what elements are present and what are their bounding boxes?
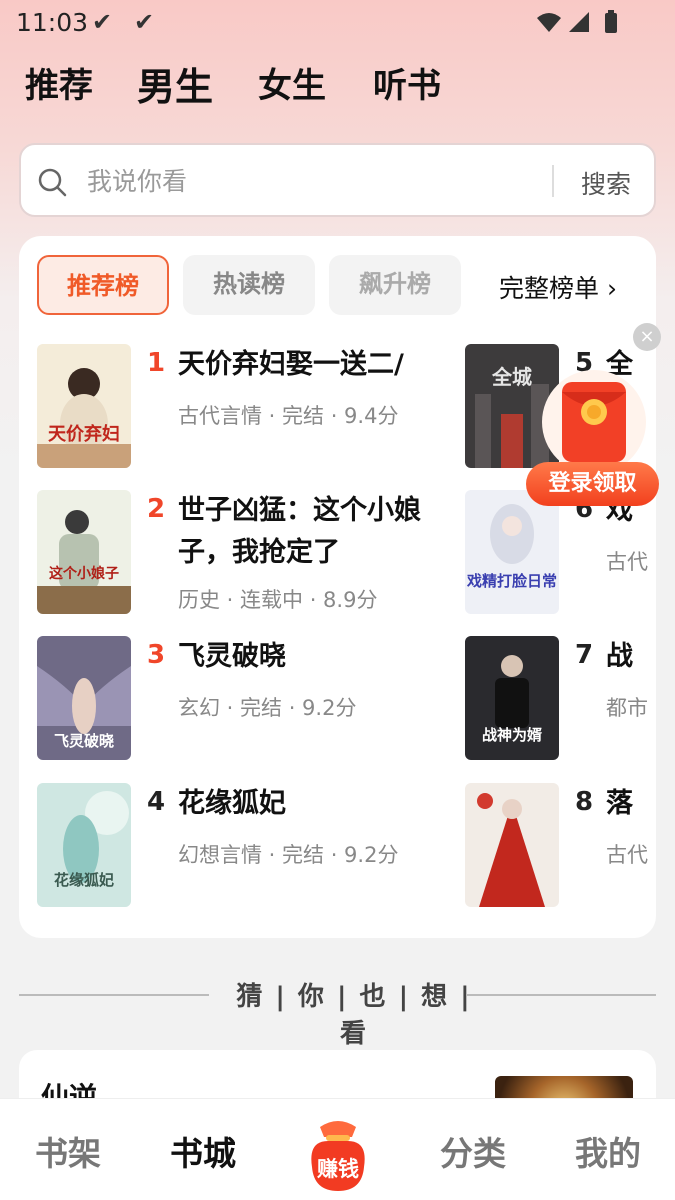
tab-hot-read-rank[interactable]: 热读榜 [183, 255, 315, 315]
book-meta: 历史 · 连载中 · 8.9分 [178, 588, 378, 612]
rank-number: 1 [147, 348, 166, 378]
book-meta: 古代言情 · 完结 · 9.4分 [178, 404, 399, 428]
nav-bookstore[interactable]: 书城 [170, 1127, 236, 1175]
status-icons [535, 10, 625, 40]
book-item[interactable]: 天价弃妇 1 天价弃妇娶一送二/ 古代言情 · 完结 · 9.4分 [37, 344, 437, 469]
search-button[interactable]: 搜索 [581, 165, 631, 201]
search-divider [552, 165, 554, 197]
cover-title: 天价弃妇 [48, 423, 120, 445]
nav-mine[interactable]: 我的 [575, 1127, 641, 1175]
search-input[interactable] [87, 159, 547, 203]
book-cover[interactable]: 战神为婿 [465, 636, 559, 760]
book-cover[interactable]: 花缘狐妃 [37, 783, 131, 907]
book-title: 战 [606, 641, 633, 672]
rank-number: 7 [575, 640, 594, 670]
download-done-icon: ✔ [92, 8, 113, 36]
cover-title: 花缘狐妃 [54, 871, 114, 889]
book-item[interactable]: 飞灵破晓 3 飞灵破晓 玄幻 · 完结 · 9.2分 [37, 636, 437, 761]
tab-rising-rank[interactable]: 飙升榜 [329, 255, 461, 315]
nav-earn-label[interactable]: 赚钱 [310, 1153, 366, 1183]
wifi-signal-battery-icon [537, 10, 617, 33]
cover-title: 这个小娘子 [49, 565, 119, 582]
rank-number: 2 [147, 494, 166, 524]
tab-male[interactable]: 男生 [137, 56, 213, 111]
guess-you-like-header: 猜 | 你 | 也 | 想 | 看 [19, 972, 656, 1049]
book-title: 花缘狐妃 [178, 788, 286, 819]
rank-number: 4 [147, 787, 166, 817]
status-bar: 11:03 ✔ ✔ [0, 0, 675, 46]
section-title: 猜 | 你 | 也 | 想 | 看 [236, 982, 472, 1049]
status-time: 11:03 [16, 8, 89, 37]
tab-recommend[interactable]: 推荐 [25, 58, 93, 107]
book-cover[interactable]: 飞灵破晓 [37, 636, 131, 760]
book-item[interactable]: 花缘狐妃 4 花缘狐妃 幻想言情 · 完结 · 9.2分 [37, 783, 437, 908]
cover-title: 飞灵破晓 [54, 732, 114, 750]
book-title: 世子凶猛：这个小娘子，我抢定了 [178, 495, 421, 568]
close-icon[interactable]: × [633, 323, 661, 351]
book-item[interactable]: 8 落 古代 [465, 783, 656, 908]
tab-recommend-rank[interactable]: 推荐榜 [37, 255, 169, 315]
book-title: 天价弃妇娶一送二/ [178, 349, 404, 380]
tab-female[interactable]: 女生 [258, 58, 326, 107]
ranking-card: 推荐榜 热读榜 飙升榜 完整榜单 › 天价弃妇 1 天价弃妇娶一送二/ 古代言情… [19, 236, 656, 938]
book-item[interactable]: 这个小娘子 2 世子凶猛：这个小娘子，我抢定了 历史 · 连载中 · 8.9分 [37, 490, 437, 615]
book-cover[interactable] [465, 783, 559, 907]
rank-number: 3 [147, 640, 166, 670]
search-icon [38, 168, 67, 197]
download-done-icon: ✔ [134, 8, 155, 36]
book-title: 落 [606, 788, 633, 819]
cover-title: 戏精打脸日常 [466, 572, 557, 590]
nav-category[interactable]: 分类 [440, 1127, 506, 1175]
book-cover[interactable]: 天价弃妇 [37, 344, 131, 468]
book-meta: 幻想言情 · 完结 · 9.2分 [178, 843, 399, 867]
login-claim-button[interactable]: 登录领取 [526, 462, 659, 506]
book-item[interactable]: 战神为婿 7 战 都市 [465, 636, 656, 761]
divider-line [19, 994, 209, 996]
book-title: 飞灵破晓 [178, 641, 286, 672]
nav-bookshelf[interactable]: 书架 [35, 1127, 101, 1175]
cover-title: 战神为婿 [482, 726, 543, 744]
book-meta: 古代 [606, 550, 648, 574]
full-list-link[interactable]: 完整榜单 › [499, 269, 617, 305]
book-meta: 古代 [606, 843, 648, 867]
rank-number: 8 [575, 787, 594, 817]
bottom-nav: 书架 书城 赚钱 分类 我的 [0, 1098, 675, 1200]
divider-line [467, 994, 656, 996]
cover-title: 全城 [491, 365, 532, 389]
search-box[interactable]: 搜索 [19, 143, 656, 217]
book-meta: 都市 [606, 696, 648, 720]
book-cover[interactable]: 这个小娘子 [37, 490, 131, 614]
book-meta: 玄幻 · 完结 · 9.2分 [178, 696, 357, 720]
tab-audiobook[interactable]: 听书 [373, 58, 441, 107]
top-tabs: 推荐 男生 女生 听书 [0, 58, 675, 114]
